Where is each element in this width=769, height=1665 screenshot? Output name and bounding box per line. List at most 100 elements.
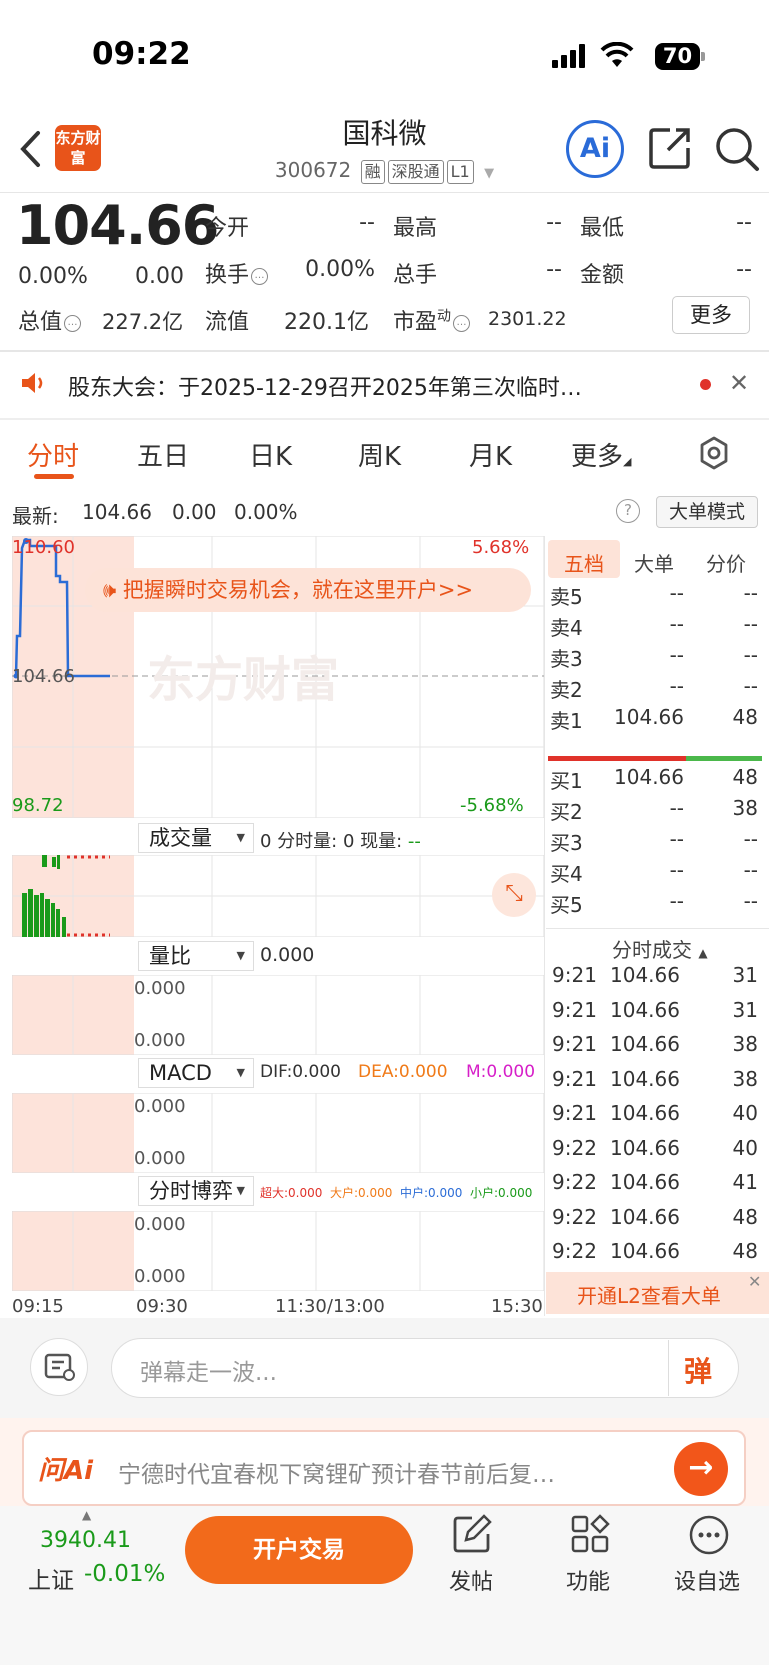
sell-vol: -- (743, 612, 758, 636)
grid-icon[interactable] (570, 1514, 610, 1554)
game-chart (12, 1211, 544, 1291)
index-change[interactable]: -0.01% (84, 1561, 165, 1587)
orderbook-tab-big[interactable]: 大单 (634, 548, 674, 577)
share-icon[interactable] (648, 126, 692, 170)
sell-price: -- (669, 612, 684, 636)
buy-row[interactable]: 买3 -- -- (550, 827, 764, 859)
index-name[interactable]: 上证 (28, 1561, 74, 1595)
open-trade-button[interactable]: 开户交易 (185, 1516, 413, 1584)
sell-row[interactable]: 卖2 -- -- (550, 674, 764, 706)
open-account-banner[interactable]: 🕪 把握瞬时交易机会，就在这里开户>> (85, 568, 531, 612)
trade-vol: 31 (732, 997, 758, 1022)
nav-post[interactable]: 发帖 (449, 1564, 493, 1596)
trade-row[interactable]: 9:21 104.66 31 (550, 998, 764, 1030)
trade-vol: 48 (732, 1204, 758, 1229)
trades-title[interactable]: 分时成交 ▲ (612, 934, 708, 963)
game-dropdown[interactable]: 分时博弈 (138, 1176, 254, 1206)
buy-row[interactable]: 买2 -- 38 (550, 796, 764, 828)
latest-change: 0.00 (172, 500, 217, 524)
macd-dropdown[interactable]: MACD (138, 1058, 254, 1088)
game-mid: 中户:0.000 (400, 1186, 463, 1200)
ai-question-text: 宁德时代宜春枧下窝锂矿预计春节前后复… (118, 1462, 555, 1488)
tab-daily-k[interactable]: 日K (249, 436, 292, 473)
trade-vol: 48 (732, 1239, 758, 1263)
trade-row[interactable]: 9:22 104.66 48 (550, 1239, 764, 1271)
sell-vol: 48 (732, 705, 758, 729)
info-icon[interactable]: … (64, 315, 82, 332)
sell-label: 卖5 (550, 585, 583, 609)
ratio-axis-bottom: 0.000 (134, 1030, 186, 1051)
trade-price: 104.66 (610, 1135, 680, 1160)
big-order-mode-button[interactable]: 大单模式 (656, 496, 758, 528)
nav-functions[interactable]: 功能 (566, 1564, 610, 1596)
trade-row[interactable]: 9:21 104.66 31 (550, 963, 764, 995)
trade-row[interactable]: 9:21 104.66 38 (550, 1032, 764, 1064)
edit-icon[interactable] (452, 1514, 492, 1554)
search-icon[interactable] (714, 126, 760, 172)
ratio-value: 0.000 (260, 944, 315, 966)
tab-more[interactable]: 更多◢ (571, 436, 631, 473)
speaker-icon (22, 373, 43, 393)
trade-price: 104.66 (610, 1170, 680, 1194)
sell-row[interactable]: 卖4 -- -- (550, 612, 764, 644)
nav-add-watchlist[interactable]: 设自选 (674, 1564, 740, 1596)
latest-label: 最新: (12, 504, 59, 528)
help-icon[interactable]: ? (616, 499, 640, 523)
trade-row[interactable]: 9:21 104.66 40 (550, 1101, 764, 1133)
trade-row[interactable]: 9:22 104.66 48 (550, 1205, 764, 1237)
close-icon[interactable]: ✕ (729, 369, 749, 397)
sell-row[interactable]: 卖3 -- -- (550, 643, 764, 675)
trade-time: 9:22 (552, 1239, 597, 1263)
expand-icon[interactable]: ⤡ (492, 873, 536, 917)
ask-ai-brand: 问Ai (38, 1456, 94, 1486)
pe-value: 2301.22 (488, 308, 567, 330)
volume-info: 0 分时量: 0 现量: -- (260, 831, 421, 852)
low-value: -- (736, 210, 752, 235)
buy-row[interactable]: 买4 -- -- (550, 858, 764, 890)
info-icon[interactable]: … (251, 268, 269, 285)
more-dots-icon[interactable] (688, 1514, 730, 1556)
danmu-send-button[interactable]: 弹 (684, 1350, 712, 1390)
sell-row[interactable]: 卖5 -- -- (550, 581, 764, 613)
index-value[interactable]: 3940.41 (40, 1528, 131, 1553)
market-cap-label: 总值… (18, 304, 82, 336)
unread-dot (700, 379, 711, 390)
tab-weekly-k[interactable]: 周K (358, 436, 401, 473)
stock-code: 300672 (274, 158, 352, 182)
trade-time: 9:22 (552, 1170, 597, 1194)
tab-monthly-k[interactable]: 月K (469, 436, 512, 473)
arrow-right-icon[interactable]: → (674, 1442, 728, 1496)
sell-price: 104.66 (614, 705, 684, 729)
trade-row[interactable]: 9:22 104.66 40 (550, 1136, 764, 1168)
close-icon[interactable]: ✕ (748, 1272, 761, 1291)
buy-vol: 38 (732, 796, 758, 820)
trade-row[interactable]: 9:22 104.66 41 (550, 1170, 764, 1202)
tab-5day[interactable]: 五日 (137, 436, 189, 473)
sell-vol: -- (743, 643, 758, 667)
buy-row[interactable]: 买1 104.66 48 (550, 765, 764, 797)
amount-value: -- (736, 257, 752, 282)
settings-icon[interactable] (697, 436, 731, 470)
trade-vol: 31 (732, 963, 758, 987)
trade-row[interactable]: 9:21 104.66 38 (550, 1067, 764, 1099)
ai-button[interactable]: Ai (566, 120, 624, 178)
volume-dropdown[interactable]: 成交量 (138, 823, 254, 853)
buy-row[interactable]: 买5 -- -- (550, 889, 764, 921)
sell-price: -- (669, 674, 684, 698)
ratio-dropdown[interactable]: 量比 (138, 941, 254, 971)
macd-axis-bottom: 0.000 (134, 1148, 186, 1169)
tab-intraday[interactable]: 分时 (27, 436, 79, 473)
battery-icon: 70 (655, 43, 700, 70)
buy-label: 买5 (550, 893, 583, 917)
divider (668, 1340, 669, 1396)
tab-indicator (34, 474, 74, 479)
open-label: 今开 (205, 216, 250, 241)
game-super: 超大:0.000 (260, 1186, 323, 1200)
more-button[interactable]: 更多 (672, 296, 750, 334)
orderbook-tab-price[interactable]: 分价 (706, 548, 746, 577)
info-icon[interactable]: … (453, 315, 471, 332)
danmu-placeholder: 弹幕走一波... (140, 1360, 277, 1386)
sell-row[interactable]: 卖1 104.66 48 (550, 705, 764, 737)
battery-cap (701, 52, 705, 61)
turnover-value: 0.00% (305, 257, 375, 282)
